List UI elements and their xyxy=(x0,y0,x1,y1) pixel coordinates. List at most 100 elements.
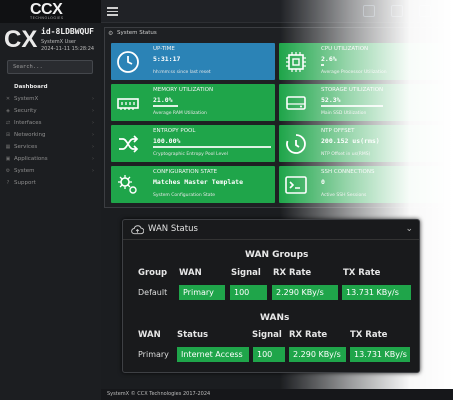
sidebar-item-interfaces[interactable]: ⇄ Interfaces › xyxy=(4,118,94,128)
progress-bar xyxy=(321,64,324,66)
sidebar-item-support[interactable]: ? Support xyxy=(4,178,94,188)
notifications-icon[interactable] xyxy=(363,5,375,17)
column-header: RX Rate xyxy=(289,330,328,340)
chevron-right-icon: › xyxy=(92,120,94,126)
gears-icon xyxy=(118,175,137,194)
search-input[interactable] xyxy=(7,60,93,74)
shield-icon: ◈ xyxy=(6,108,10,114)
sidebar-item-label: Services xyxy=(14,144,38,150)
terminal-icon xyxy=(285,176,307,194)
uptime-tile: UP-TIME 5:31:17 hh:mm:ss since last rese… xyxy=(111,43,275,80)
chevron-down-icon[interactable]: ⌄ xyxy=(405,224,413,234)
status-cell: 2.290 KBy/s xyxy=(272,285,338,300)
chevron-right-icon: › xyxy=(92,108,94,114)
chevron-right-icon: › xyxy=(92,168,94,174)
tile-subtitle: Active SSH Sessions xyxy=(321,193,367,198)
wan-status-card: WAN Status ⌄ WAN Groups Group WAN Signal… xyxy=(122,219,420,373)
storage-tile: STORAGE UTILIZATION 52.3% Main SSD Utili… xyxy=(279,84,443,121)
memory-tile: MEMORY UTILIZATION 21.0% Average RAM Uti… xyxy=(111,84,275,121)
tile-title: STORAGE UTILIZATION xyxy=(321,87,384,93)
tile-value: 2.6% xyxy=(321,55,337,63)
tile-subtitle: Main SSD Utilization xyxy=(321,111,367,116)
network-icon: ⊞ xyxy=(5,132,11,138)
tile-subtitle: Average Processor Utilization xyxy=(321,70,387,75)
tile-value: 52.3% xyxy=(321,96,341,104)
section-title: WANs xyxy=(260,313,290,323)
status-cell: 100 xyxy=(253,347,285,362)
device-user: SystemX User xyxy=(41,39,77,45)
tile-title: CONFIGURATION STATE xyxy=(153,169,218,175)
sidebar-item-system[interactable]: ⚙ System › xyxy=(4,166,94,176)
system-status-panel: ⚙ System Status UP-TIME 5:31:17 hh:mm:ss… xyxy=(104,27,453,208)
tile-subtitle: System Configuration State xyxy=(153,193,216,198)
ntp-tile: NTP OFFSET 200.152 us(rms) NTP Offset in… xyxy=(279,125,443,162)
cloud-upload-icon xyxy=(131,225,144,235)
tile-value: Matches Master Template xyxy=(153,178,244,186)
sidebar-item-label: Support xyxy=(14,180,36,186)
user-icon[interactable] xyxy=(419,5,431,17)
sidebar-item-label: Dashboard xyxy=(14,84,48,90)
status-cell: 13.731 KBy/s xyxy=(350,347,410,362)
services-icon: ▦ xyxy=(5,144,11,150)
chevron-right-icon: › xyxy=(92,156,94,162)
tile-value: 21.0% xyxy=(153,96,173,104)
cpu-icon xyxy=(286,52,306,72)
sidebar-item-security[interactable]: ◈ Security › xyxy=(4,106,94,116)
systemx-icon: ✕ xyxy=(5,96,11,102)
device-id: id-8LDBWQUF xyxy=(41,27,94,36)
tile-title: CPU UTILIZATION xyxy=(321,46,369,52)
column-header: RX Rate xyxy=(273,268,312,278)
system-icon: ⚙ xyxy=(5,168,11,174)
shuffle-icon xyxy=(119,135,139,153)
sidebar-item-dashboard[interactable]: Dashboard xyxy=(4,82,94,92)
column-header: WAN xyxy=(179,268,202,278)
panel-title: System Status xyxy=(117,30,157,36)
status-cell: Primary xyxy=(179,285,225,300)
brand-header: CCX TECHNOLOGIES xyxy=(0,0,101,23)
tile-subtitle: NTP Offset in us(RMS) xyxy=(321,152,371,157)
sidebar-item-label: Networking xyxy=(14,132,46,138)
chevron-right-icon: › xyxy=(92,96,94,102)
apps-icon: ▣ xyxy=(5,156,11,162)
table-cell: Default xyxy=(138,288,168,297)
wan-status-header[interactable]: WAN Status ⌄ xyxy=(123,220,419,240)
messages-icon[interactable] xyxy=(391,5,403,17)
cpu-tile: CPU UTILIZATION 2.6% Average Processor U… xyxy=(279,43,443,80)
tile-value: 5:31:17 xyxy=(153,55,181,63)
progress-bar xyxy=(153,105,178,107)
status-cell: 13.731 KBy/s xyxy=(342,285,411,300)
column-header: TX Rate xyxy=(343,268,381,278)
card-title: WAN Status xyxy=(148,224,198,234)
footer: SystemX © CCX Technologies 2017-2024 xyxy=(101,389,453,400)
ssh-tile: SSH CONNECTIONS 0 Active SSH Sessions xyxy=(279,166,443,203)
sidebar-item-networking[interactable]: ⊞ Networking › xyxy=(4,130,94,140)
tile-title: SSH CONNECTIONS xyxy=(321,169,375,175)
tile-title: MEMORY UTILIZATION xyxy=(153,87,214,93)
sidebar-item-systemx[interactable]: ✕ SystemX › xyxy=(4,94,94,104)
column-header: TX Rate xyxy=(350,330,388,340)
sidebar-item-applications[interactable]: ▣ Applications › xyxy=(4,154,94,164)
footer-text: SystemX © CCX Technologies 2017-2024 xyxy=(107,391,211,397)
tile-title: NTP OFFSET xyxy=(321,128,355,134)
column-header: WAN xyxy=(138,330,161,340)
chevron-right-icon: › xyxy=(92,144,94,150)
hamburger-menu-icon[interactable] xyxy=(106,5,119,18)
gear-icon: ⚙ xyxy=(108,30,114,37)
sidebar: CCX TECHNOLOGIES CX id-8LDBWQUF SystemX … xyxy=(0,0,101,400)
sidebar-item-label: Security xyxy=(14,108,37,114)
device-logo-icon: CX xyxy=(4,26,37,52)
sidebar-item-label: Applications xyxy=(14,156,48,162)
svg-text:CX: CX xyxy=(4,26,37,52)
column-header: Status xyxy=(177,330,209,340)
tile-value: 0 xyxy=(321,178,325,186)
timer-icon xyxy=(286,134,306,154)
sidebar-item-services[interactable]: ▦ Services › xyxy=(4,142,94,152)
table-cell: Primary xyxy=(138,350,169,359)
tile-title: UP-TIME xyxy=(153,46,175,52)
tile-title: ENTROPY POOL xyxy=(153,128,196,134)
tile-subtitle: Average RAM Utilization xyxy=(153,111,207,116)
sidebar-item-label: System xyxy=(14,168,35,174)
progress-bar xyxy=(153,146,271,148)
column-header: Signal xyxy=(231,268,261,278)
column-header: Signal xyxy=(252,330,282,340)
